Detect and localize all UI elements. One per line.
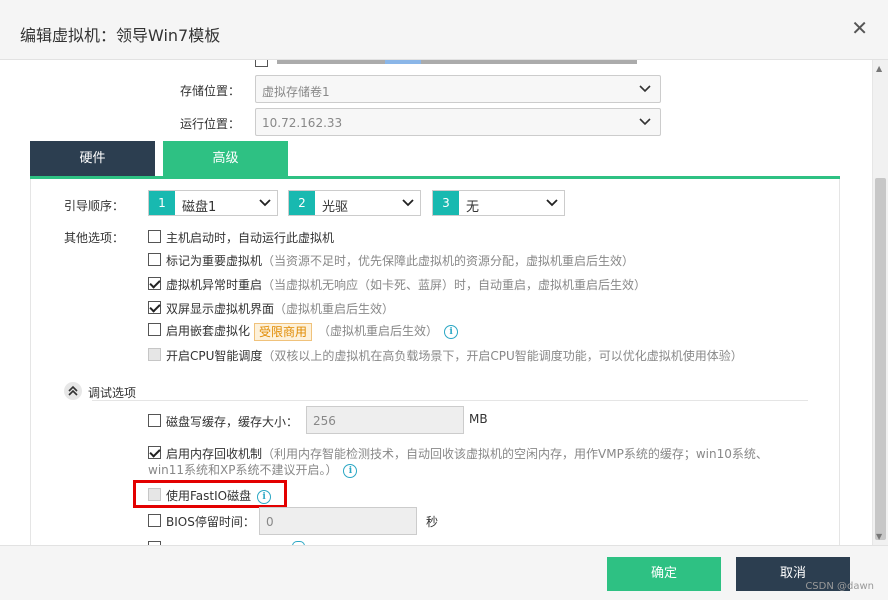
info-icon[interactable]: i (444, 324, 459, 339)
boot-value: 光驱 (322, 200, 349, 215)
option-label: 开启CPU智能调度（双核以上的虚拟机在高负载场景下，开启CPU智能调度功能，可以… (166, 349, 743, 363)
checkbox-disabled[interactable] (148, 348, 161, 361)
boot-value: 无 (466, 200, 480, 215)
ok-button[interactable]: 确定 (607, 557, 721, 591)
option-label: 启用内存回收机制（利用内存智能检测技术，自动回收该虚拟机的空闲内存，用作VMP系… (166, 447, 768, 461)
mem-reclaim-hint-cont: win11系统和XP系统不建议开启。） i (148, 461, 358, 478)
clipped-text (277, 60, 637, 64)
info-icon[interactable]: i (343, 463, 358, 478)
clipped-checkbox[interactable] (255, 60, 268, 67)
boot-select-1[interactable]: 1 磁盘1 (148, 190, 278, 216)
close-icon[interactable]: ✕ (851, 18, 868, 38)
run-value: 10.72.162.33 (262, 116, 343, 130)
boot-num: 2 (289, 191, 315, 215)
run-select[interactable]: 10.72.162.33 (255, 108, 661, 136)
scroll-down-icon[interactable]: ▼ (876, 532, 882, 541)
boot-select-3[interactable]: 3 无 (432, 190, 565, 216)
dialog-title: 编辑虚拟机：领导Win7模板 (20, 26, 221, 45)
debug-section-title: 调试选项 (88, 386, 137, 400)
storage-value: 虚拟存储卷1 (262, 85, 330, 99)
chevron-down-icon (639, 85, 651, 93)
divider (92, 400, 808, 401)
boot-num: 3 (433, 191, 459, 215)
boot-order-label: 引导顺序： (64, 199, 125, 213)
clipped-option-row (255, 60, 655, 68)
storage-select[interactable]: 虚拟存储卷1 (255, 75, 661, 103)
collapse-up-icon (64, 382, 82, 400)
chevron-down-icon (546, 199, 558, 207)
option-label: 主机启动时，自动运行此虚拟机 (166, 231, 335, 245)
option-label: 标记为重要虚拟机（当资源不足时，优先保障此虚拟机的资源分配，虚拟机重启后生效） (166, 254, 635, 268)
bios-delay-input[interactable]: 0 (259, 507, 417, 535)
tab-hardware[interactable]: 硬件 (30, 141, 155, 177)
checkbox[interactable] (148, 253, 161, 266)
checkbox-checked[interactable] (148, 277, 161, 290)
highlight-box (133, 480, 287, 508)
run-label: 运行位置： (180, 117, 241, 131)
watermark: CSDN @dawn (805, 581, 874, 592)
checkbox[interactable] (148, 514, 161, 527)
boot-value: 磁盘1 (182, 200, 217, 215)
checkbox-checked[interactable] (148, 446, 161, 459)
dialog-header: 编辑虚拟机：领导Win7模板 ✕ (0, 0, 888, 60)
boot-select-2[interactable]: 2 光驱 (288, 190, 421, 216)
boot-num: 1 (149, 191, 175, 215)
option-label: 磁盘写缓存，缓存大小： (166, 415, 299, 429)
option-label: 双屏显示虚拟机界面（虚拟机重启后生效） (166, 302, 395, 316)
checkbox[interactable] (148, 323, 161, 336)
chevron-down-icon (639, 118, 651, 126)
scroll-up-icon[interactable]: ▲ (876, 64, 882, 73)
cache-unit: MB (469, 412, 488, 426)
bios-unit: 秒 (426, 515, 439, 529)
checkbox[interactable] (148, 414, 161, 427)
scrollbar-thumb[interactable] (875, 178, 886, 540)
tab-advanced[interactable]: 高级 (163, 141, 288, 177)
restricted-badge: 受限商用 (254, 322, 313, 341)
option-label: BIOS停留时间： (166, 515, 255, 529)
chevron-down-icon (259, 199, 271, 207)
cache-size-input[interactable]: 256 (306, 406, 464, 434)
scrollbar[interactable]: ▲ ▼ (872, 60, 888, 545)
dialog-body: 存储位置： 虚拟存储卷1 运行位置： 10.72.162.33 硬件 高级 引导… (0, 60, 888, 545)
checkbox[interactable] (148, 230, 161, 243)
dialog-footer: 确定 取消 CSDN @dawn (0, 545, 888, 600)
chevron-down-icon (402, 199, 414, 207)
option-label: 启用嵌套虚拟化 受限商用 （虚拟机重启后生效） i (166, 322, 459, 341)
option-label: 虚拟机异常时重启（当虚拟机无响应（如卡死、蓝屏）时，自动重启，虚拟机重启后生效） (166, 278, 647, 292)
storage-label: 存储位置： (180, 84, 241, 98)
checkbox-checked[interactable] (148, 301, 161, 314)
other-options-label: 其他选项： (64, 231, 125, 245)
